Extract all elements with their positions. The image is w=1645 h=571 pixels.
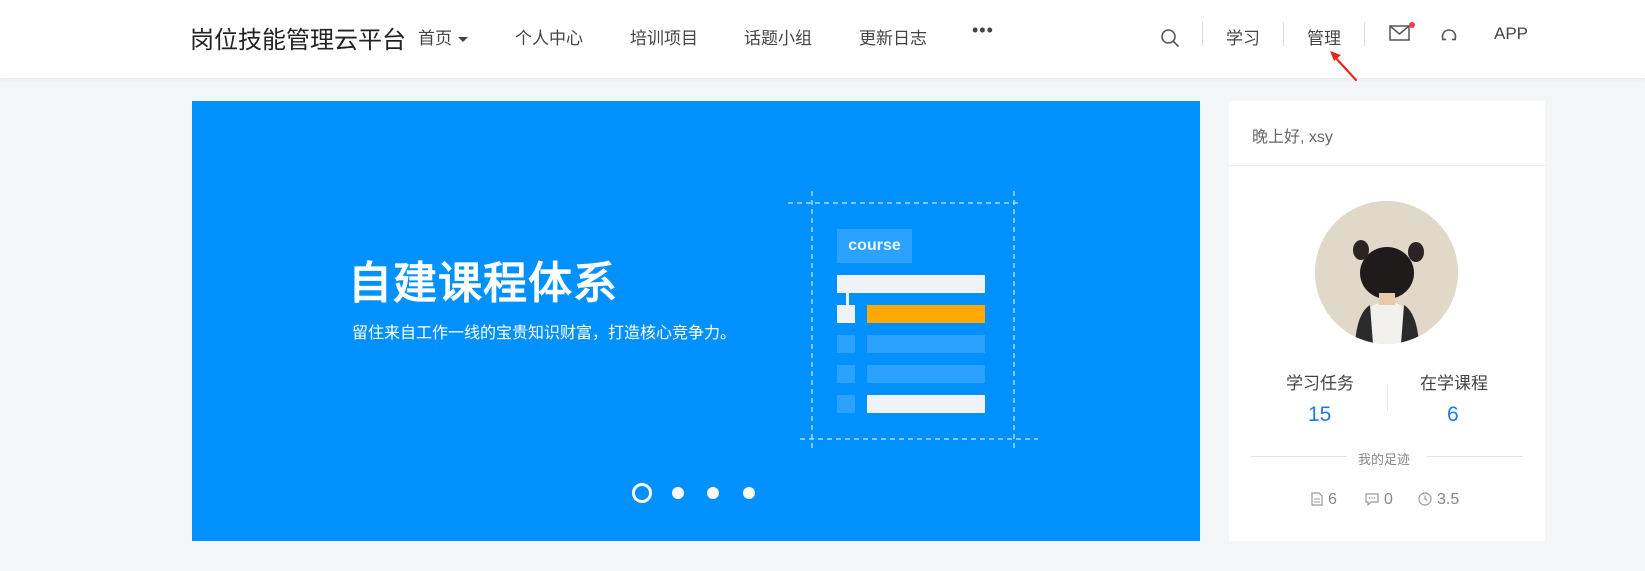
course-tag: course <box>837 229 912 263</box>
greeting-text: 晚上好, xsy <box>1252 129 1333 146</box>
footprint-label: 我的足迹 <box>1358 452 1411 467</box>
more-icon[interactable]: ••• <box>972 20 994 41</box>
caret-down-icon <box>458 37 468 43</box>
avatar-image <box>1315 201 1458 344</box>
nav-topic-groups[interactable]: 话题小组 <box>744 24 812 49</box>
site-logo[interactable]: 岗位技能管理云平台 <box>190 20 406 55</box>
nav-learn[interactable]: 学习 <box>1226 24 1260 49</box>
avatar[interactable] <box>1315 201 1458 344</box>
nav-manage[interactable]: 管理 <box>1307 24 1341 49</box>
top-navbar: 岗位技能管理云平台 首页 个人中心 培训项目 话题小组 更新日志 ••• 学习 … <box>0 0 1645 82</box>
hero-banner[interactable]: 自建课程体系 留住来自工作一线的宝贵知识财富，打造核心竞争力。 course <box>192 101 1200 541</box>
notification-badge <box>1409 22 1415 28</box>
header-divider <box>1283 22 1284 46</box>
nav-home[interactable]: 首页 <box>418 24 468 49</box>
banner-subtitle: 留住来自工作一线的宝贵知识财富，打造核心竞争力。 <box>352 325 737 342</box>
comment-icon <box>1365 493 1379 507</box>
stat-label-tasks: 学习任务 <box>1286 374 1354 393</box>
banner-title: 自建课程体系 <box>348 259 618 308</box>
header-divider <box>1202 22 1203 46</box>
stat-value-tasks[interactable]: 15 <box>1308 403 1331 427</box>
mail-icon[interactable] <box>1389 25 1411 42</box>
user-card: 晚上好, xsy 学习任务 15 在学课程 6 我的足迹 6 0 3.5 <box>1229 101 1545 541</box>
clock-icon <box>1418 492 1432 506</box>
stat-divider <box>1387 385 1388 411</box>
metric-documents: 6 <box>1311 491 1337 509</box>
metric-documents-value: 6 <box>1328 491 1337 508</box>
metric-hours: 3.5 <box>1418 491 1459 509</box>
metric-comments-value: 0 <box>1384 491 1393 508</box>
metric-hours-value: 3.5 <box>1437 491 1460 508</box>
metric-comments: 0 <box>1365 491 1393 509</box>
course-illustration <box>788 191 1038 452</box>
header-divider <box>1364 22 1365 46</box>
nav-app[interactable]: APP <box>1494 24 1528 44</box>
search-icon[interactable] <box>1160 28 1180 48</box>
card-divider <box>1229 165 1545 166</box>
nav-changelog[interactable]: 更新日志 <box>859 24 927 49</box>
stat-value-courses[interactable]: 6 <box>1447 403 1459 427</box>
carousel-dot[interactable] <box>743 487 755 499</box>
carousel-dot[interactable] <box>707 487 719 499</box>
headset-icon[interactable] <box>1440 25 1458 43</box>
nav-personal-center[interactable]: 个人中心 <box>515 24 583 49</box>
nav-home-label: 首页 <box>418 29 452 48</box>
carousel-dot-active[interactable] <box>632 483 652 503</box>
footprint-line-right <box>1427 456 1523 457</box>
carousel-dot[interactable] <box>672 487 684 499</box>
stat-label-courses: 在学课程 <box>1420 374 1488 393</box>
nav-training-projects[interactable]: 培训项目 <box>630 24 698 49</box>
footprint-line-left <box>1251 456 1347 457</box>
annotation-arrow-icon <box>1330 51 1358 82</box>
document-icon <box>1311 492 1323 506</box>
